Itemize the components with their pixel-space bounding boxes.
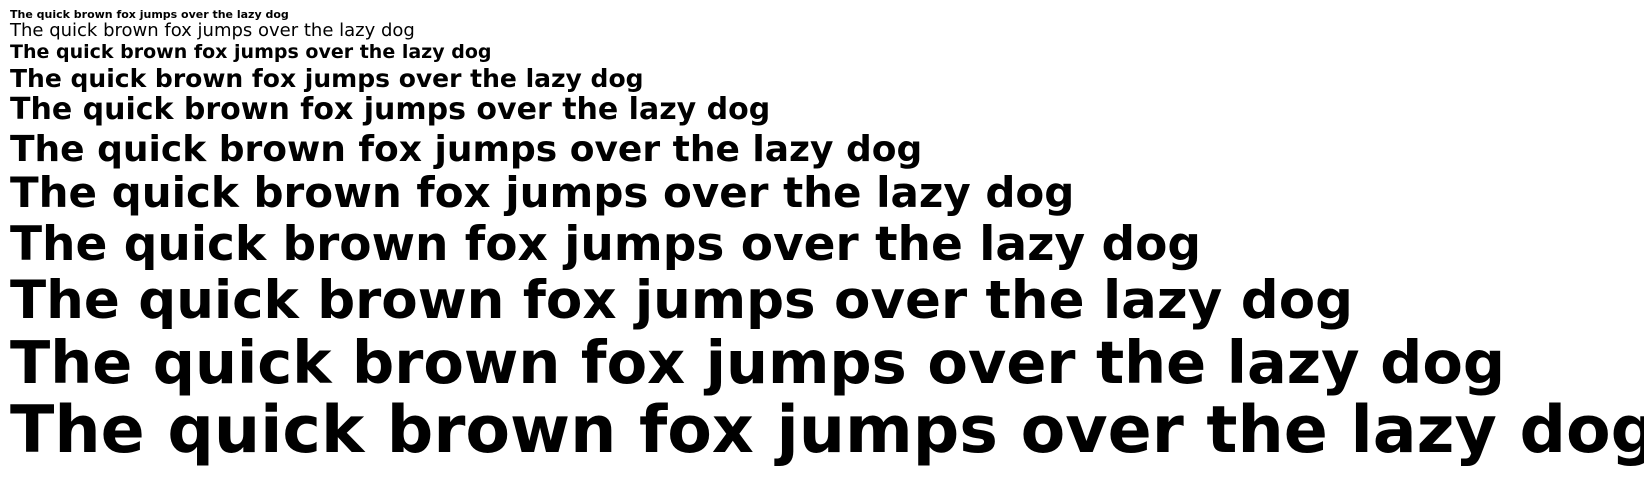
font-sample-line: The quick brown fox jumps over the lazy …	[10, 92, 771, 127]
font-sample-line: The quick brown fox jumps over the lazy …	[10, 41, 492, 63]
font-sample-line: The quick brown fox jumps over the lazy …	[10, 20, 415, 41]
font-sample-line: The quick brown fox jumps over the lazy …	[10, 8, 289, 21]
font-sample-line: The quick brown fox jumps over the lazy …	[10, 217, 1202, 272]
font-sample-line: The quick brown fox jumps over the lazy …	[10, 328, 1506, 397]
font-sample-line: The quick brown fox jumps over the lazy …	[10, 168, 1075, 217]
font-sample-line: The quick brown fox jumps over the lazy …	[10, 129, 923, 170]
font-sample-line: The quick brown fox jumps over the lazy …	[10, 393, 1644, 468]
font-sample-line: The quick brown fox jumps over the lazy …	[10, 270, 1354, 331]
font-sample-line: The quick brown fox jumps over the lazy …	[10, 64, 644, 93]
